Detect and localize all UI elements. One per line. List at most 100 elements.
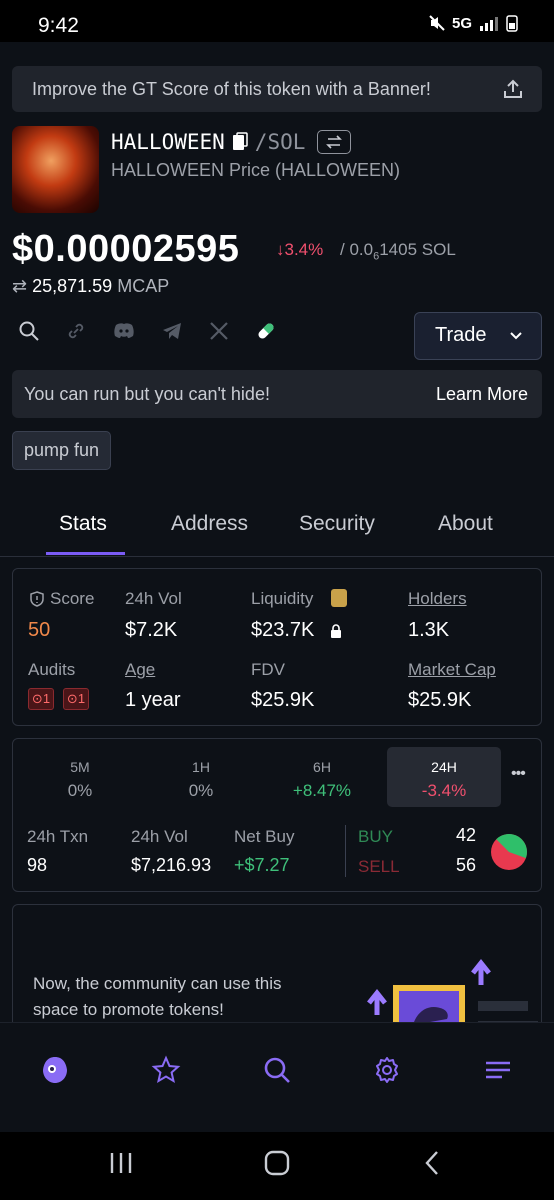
- stats-card: Score 50 24h Vol $7.2K Liquidity $23.7K …: [12, 568, 542, 726]
- token-price: $0.00002595: [12, 228, 240, 270]
- search-icon[interactable]: [18, 320, 40, 342]
- liquidity-badge-icon: [331, 589, 347, 607]
- battery-icon: [506, 15, 518, 32]
- tab-bar: Stats Address Security About: [0, 500, 554, 557]
- trade-button[interactable]: Trade: [414, 312, 542, 360]
- community-text: Now, the community can use this space to…: [33, 971, 282, 1022]
- x-icon[interactable]: [208, 320, 230, 342]
- social-links: [18, 320, 277, 342]
- holders-label[interactable]: Holders: [408, 589, 467, 609]
- active-tab-indicator: [46, 552, 125, 555]
- timeframe-24h[interactable]: 24H -3.4%: [389, 759, 499, 801]
- learn-more-link[interactable]: Learn More: [436, 384, 528, 405]
- timeframe-5m-value: 0%: [67, 781, 93, 800]
- sell-value: 56: [456, 855, 477, 875]
- link-icon[interactable]: [65, 320, 87, 342]
- txn-vol-value: $7,216.93: [131, 855, 212, 875]
- score-label: Score: [50, 589, 95, 608]
- score-value: 50: [28, 619, 51, 641]
- status-bar: 9:42 5G: [0, 0, 554, 46]
- tab-stats[interactable]: Stats: [59, 512, 107, 536]
- net-buy-label: Net Buy: [234, 827, 295, 846]
- home-icon[interactable]: [40, 1055, 70, 1085]
- age-value: 1 year: [125, 689, 181, 711]
- pill-icon[interactable]: [255, 320, 277, 342]
- age-label[interactable]: Age: [125, 660, 155, 680]
- audit-warning-2-count: 1: [77, 691, 86, 706]
- txn-label: 24h Txn: [27, 827, 89, 846]
- mcap-swap-icon: ⇄: [12, 276, 28, 296]
- star-icon[interactable]: [151, 1055, 181, 1085]
- audit-warning-2: ⊙1: [63, 688, 89, 710]
- timeframe-5m[interactable]: 5M 0%: [25, 759, 135, 801]
- timeframe-5m-label: 5M: [70, 759, 90, 775]
- mcap-value: 25,871.59: [32, 276, 113, 296]
- gt-score-banner[interactable]: Improve the GT Score of this token with …: [12, 66, 542, 112]
- mcap-label: MCAP: [117, 276, 170, 296]
- sol-price-suffix: 1405 SOL: [379, 240, 456, 259]
- app-content: Improve the GT Score of this token with …: [0, 42, 554, 1022]
- market-cap-value: $25.9K: [408, 689, 472, 711]
- audit-warning-1-count: 1: [42, 691, 51, 706]
- status-time: 9:42: [38, 14, 79, 37]
- home-button-icon[interactable]: [264, 1150, 290, 1176]
- liquidity-value: $23.7K: [251, 619, 315, 641]
- back-icon[interactable]: [420, 1150, 446, 1176]
- system-nav-bar: [0, 1132, 554, 1200]
- banner-text: Improve the GT Score of this token with …: [32, 79, 431, 99]
- market-cap-label[interactable]: Market Cap: [408, 660, 496, 680]
- discord-icon[interactable]: [112, 320, 136, 342]
- fdv-value: $25.9K: [251, 689, 315, 711]
- shield-icon: [30, 591, 44, 607]
- promo-text: You can run but you can't hide!: [24, 384, 270, 404]
- token-subtitle: HALLOWEEN Price (HALLOWEEN): [111, 160, 401, 180]
- recent-apps-icon[interactable]: [108, 1150, 134, 1176]
- audit-warning-1: ⊙1: [28, 688, 54, 710]
- timeframe-24h-label: 24H: [431, 759, 457, 775]
- timeframe-1h-label: 1H: [192, 759, 210, 775]
- lock-icon: [331, 624, 341, 638]
- copy-icon[interactable]: [231, 132, 249, 152]
- share-icon[interactable]: [502, 78, 524, 100]
- net-buy-value: +$7.27: [234, 855, 290, 875]
- timeframe-24h-value: -3.4%: [421, 781, 467, 800]
- tab-about[interactable]: About: [438, 512, 493, 536]
- promo-illustration: [367, 958, 538, 1022]
- chevron-down-icon: [510, 332, 522, 340]
- price-change: ↓3.4%: [276, 240, 324, 259]
- menu-icon[interactable]: [483, 1055, 513, 1085]
- timeframe-1h-value: 0%: [188, 781, 214, 800]
- fdv-label: FDV: [251, 660, 285, 679]
- token-pair: /SOL: [254, 130, 306, 154]
- trade-label: Trade: [435, 324, 487, 346]
- mcap-row: ⇄ 25,871.59 MCAP: [12, 276, 169, 297]
- txn-value: 98: [27, 855, 48, 875]
- timeframe-1h[interactable]: 1H 0%: [146, 759, 256, 801]
- sell-label: SELL: [358, 857, 400, 876]
- more-icon[interactable]: •••: [511, 765, 526, 783]
- vol-value: $7.2K: [125, 619, 178, 641]
- holders-value: 1.3K: [408, 619, 450, 641]
- token-avatar: [12, 126, 99, 213]
- promo-banner: You can run but you can't hide! Learn Mo…: [12, 370, 542, 418]
- tab-security[interactable]: Security: [299, 512, 375, 536]
- search-nav-icon[interactable]: [262, 1055, 292, 1085]
- bottom-nav: [0, 1022, 554, 1133]
- signal-icon: [480, 17, 498, 31]
- tab-address[interactable]: Address: [171, 512, 248, 536]
- settings-icon[interactable]: [372, 1055, 402, 1085]
- timeframe-6h-label: 6H: [313, 759, 331, 775]
- network-label: 5G: [451, 14, 472, 32]
- txn-card: 5M 0% 1H 0% 6H +8.47% 24H -3.4% ••• 24h …: [12, 738, 542, 892]
- telegram-icon[interactable]: [161, 320, 183, 342]
- vol-label: 24h Vol: [125, 589, 182, 608]
- sol-price-prefix: / 0.0: [340, 240, 374, 259]
- token-symbol: HALLOWEEN: [111, 130, 225, 154]
- txn-divider: [345, 825, 346, 877]
- timeframe-6h[interactable]: 6H +8.47%: [267, 759, 377, 801]
- swap-pair-button[interactable]: [317, 130, 352, 154]
- status-icons: 5G: [428, 14, 518, 32]
- timeframe-6h-value: +8.47%: [292, 781, 352, 800]
- category-tag[interactable]: pump fun: [12, 431, 112, 470]
- mute-icon: [429, 15, 445, 31]
